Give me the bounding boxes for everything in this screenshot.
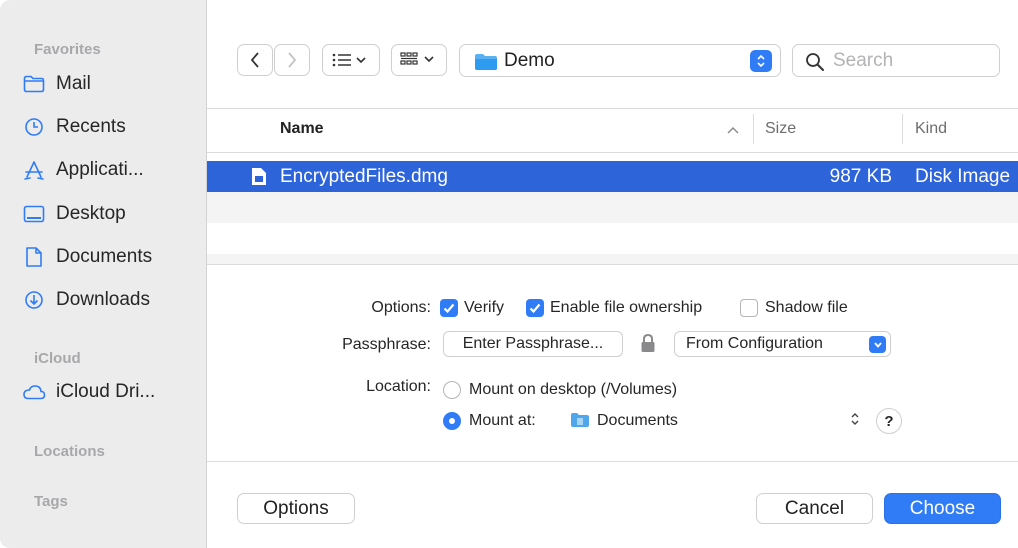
checkmark-icon bbox=[529, 303, 541, 314]
folder-icon bbox=[474, 53, 498, 76]
location-popup[interactable]: Demo bbox=[459, 44, 781, 77]
empty-row bbox=[207, 254, 1018, 264]
sidebar-section-favorites: Favorites bbox=[34, 41, 101, 58]
sidebar-item-label: Downloads bbox=[56, 289, 150, 310]
file-size: 987 KB bbox=[829, 166, 892, 187]
mount-at-label: Mount at: bbox=[469, 412, 536, 429]
choose-button[interactable]: Choose bbox=[884, 493, 1001, 524]
mount-desktop-radio[interactable] bbox=[443, 381, 461, 399]
options-divider bbox=[207, 264, 1018, 265]
lock-icon bbox=[639, 333, 657, 358]
sidebar-item-mail[interactable]: Mail bbox=[22, 67, 200, 101]
sidebar-item-label: Recents bbox=[56, 116, 126, 137]
sidebar-item-applications[interactable]: Applicati... bbox=[22, 153, 200, 187]
mount-desktop-label: Mount on desktop (/Volumes) bbox=[469, 381, 678, 398]
shadow-file-checkbox[interactable] bbox=[740, 299, 758, 317]
sidebar-item-recents[interactable]: Recents bbox=[22, 110, 200, 144]
checkmark-icon bbox=[443, 303, 455, 314]
verify-checkbox[interactable] bbox=[440, 299, 458, 317]
applications-icon bbox=[22, 158, 46, 182]
forward-button[interactable] bbox=[274, 44, 310, 76]
shadow-file-label: Shadow file bbox=[765, 299, 848, 316]
location-popup-label: Demo bbox=[504, 50, 555, 71]
sidebar-item-label: Desktop bbox=[56, 203, 126, 224]
download-icon bbox=[22, 288, 46, 312]
chevron-right-icon bbox=[287, 52, 297, 68]
sidebar-item-label: Applicati... bbox=[56, 159, 144, 180]
passphrase-label: Passphrase: bbox=[342, 336, 431, 353]
mount-folder-popup[interactable]: Documents bbox=[568, 406, 864, 434]
document-icon bbox=[22, 245, 46, 269]
back-button[interactable] bbox=[237, 44, 273, 76]
list-view-button[interactable] bbox=[322, 44, 380, 76]
mount-at-radio[interactable] bbox=[443, 412, 461, 430]
header-divider bbox=[207, 152, 1018, 153]
updown-chevron-icon bbox=[750, 50, 772, 72]
enter-passphrase-button[interactable]: Enter Passphrase... bbox=[443, 331, 623, 357]
file-name: EncryptedFiles.dmg bbox=[280, 166, 448, 187]
sidebar-item-label: iCloud Dri... bbox=[56, 381, 156, 402]
disk-image-icon bbox=[251, 167, 267, 191]
search-field[interactable] bbox=[792, 44, 1000, 77]
sidebar-section-icloud: iCloud bbox=[34, 350, 81, 367]
options-button[interactable]: Options bbox=[237, 493, 355, 524]
documents-folder-icon bbox=[570, 412, 590, 433]
help-button[interactable]: ? bbox=[876, 408, 902, 434]
column-header-name[interactable]: Name bbox=[280, 120, 324, 138]
clock-icon bbox=[22, 115, 46, 139]
footer-divider bbox=[207, 461, 1018, 462]
sidebar-item-documents[interactable]: Documents bbox=[22, 240, 200, 274]
list-view-icon bbox=[331, 52, 371, 68]
sidebar-item-label: Mail bbox=[56, 73, 91, 94]
mount-folder-label: Documents bbox=[597, 412, 678, 429]
file-kind: Disk Image bbox=[915, 166, 1011, 187]
sort-ascending-icon bbox=[726, 122, 740, 140]
empty-row bbox=[207, 192, 1018, 223]
sidebar-item-desktop[interactable]: Desktop bbox=[22, 197, 200, 231]
cancel-button[interactable]: Cancel bbox=[756, 493, 873, 524]
group-view-button[interactable] bbox=[391, 44, 447, 76]
grid-view-icon bbox=[399, 51, 439, 69]
chevron-left-icon bbox=[250, 52, 260, 68]
sidebar-item-downloads[interactable]: Downloads bbox=[22, 283, 200, 317]
column-separator bbox=[753, 114, 754, 144]
column-header-size[interactable]: Size bbox=[765, 120, 796, 138]
search-input[interactable] bbox=[833, 49, 993, 73]
desktop-icon bbox=[22, 202, 46, 226]
sidebar-item-icloud-drive[interactable]: iCloud Dri... bbox=[22, 375, 200, 409]
column-separator bbox=[902, 114, 903, 144]
sidebar-section-locations: Locations bbox=[34, 443, 105, 460]
column-header-kind[interactable]: Kind bbox=[915, 120, 947, 138]
sidebar: Favorites Mail Recents Applicati... Desk… bbox=[0, 0, 207, 548]
folder-icon bbox=[22, 72, 46, 96]
verify-label: Verify bbox=[464, 299, 505, 316]
location-label: Location: bbox=[366, 378, 431, 395]
passphrase-source-popup[interactable]: From Configuration bbox=[674, 331, 891, 357]
chevron-down-icon bbox=[869, 336, 886, 353]
options-label: Options: bbox=[371, 299, 431, 316]
enable-ownership-checkbox[interactable] bbox=[526, 299, 544, 317]
passphrase-source-label: From Configuration bbox=[686, 335, 823, 352]
search-icon bbox=[806, 53, 824, 71]
enable-ownership-label: Enable file ownership bbox=[550, 299, 703, 316]
toolbar-divider bbox=[207, 108, 1018, 109]
cloud-icon bbox=[22, 380, 46, 404]
table-row[interactable]: EncryptedFiles.dmg 987 KB Disk Image bbox=[207, 161, 1018, 192]
sidebar-section-tags: Tags bbox=[34, 493, 68, 510]
sidebar-item-label: Documents bbox=[56, 246, 153, 267]
updown-chevron-icon bbox=[850, 412, 860, 431]
